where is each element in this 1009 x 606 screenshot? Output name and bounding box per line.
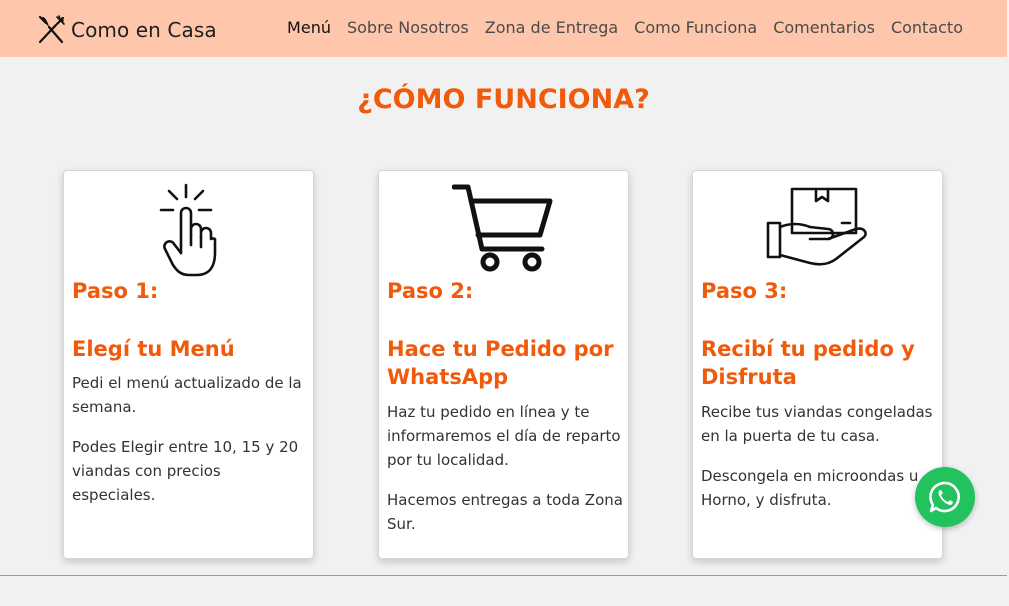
step-card-1: Paso 1: Elegí tu Menú Pedi el menú actua…: [63, 170, 314, 559]
step-paragraph: Descongela en microondas u Horno, y disf…: [701, 467, 919, 509]
icon-wrapper: [64, 183, 313, 279]
box-in-hand-icon: [766, 187, 867, 266]
step-body: Recibe tus viandas congeladas en la puer…: [701, 400, 937, 528]
navbar: Como en Casa Menú Sobre Nosotros Zona de…: [0, 0, 1007, 57]
step-body: Pedi el menú actualizado de la semana. P…: [72, 371, 308, 523]
nav-link-menu[interactable]: Menú: [287, 18, 331, 37]
brand-link[interactable]: Como en Casa: [35, 14, 217, 46]
tap-hand-icon: [159, 183, 216, 277]
step-label: Paso 1:: [72, 279, 159, 303]
icon-wrapper: [379, 183, 628, 275]
nav-link-sobre-nosotros[interactable]: Sobre Nosotros: [347, 18, 469, 37]
step-title: Recibí tu pedido y Disfruta: [701, 337, 915, 389]
section-divider: [0, 575, 1007, 576]
nav-link-como-funciona[interactable]: Como Funciona: [634, 18, 757, 37]
whatsapp-icon: [929, 481, 960, 513]
fork-knife-icon: [38, 15, 65, 44]
step-card-3: Paso 3: Recibí tu pedido y Disfruta Reci…: [692, 170, 943, 559]
step-paragraph: Recibe tus viandas congeladas en la puer…: [701, 403, 933, 445]
whatsapp-button[interactable]: [915, 467, 975, 527]
step-title: Hace tu Pedido por WhatsApp: [387, 337, 614, 389]
step-paragraph: Podes Elegir entre 10, 15 y 20 viandas c…: [72, 438, 299, 504]
nav-link-zona-de-entrega[interactable]: Zona de Entrega: [485, 18, 618, 37]
step-label: Paso 3:: [701, 279, 788, 303]
brand-name: Como en Casa: [71, 18, 217, 42]
step-paragraph: Hacemos entregas a toda Zona Sur.: [387, 491, 623, 533]
section-title: ¿CÓMO FUNCIONA?: [357, 84, 650, 115]
step-paragraph: Haz tu pedido en línea y te informaremos…: [387, 403, 621, 469]
shopping-cart-icon: [451, 184, 552, 272]
icon-wrapper: [693, 183, 942, 269]
step-card-2: Paso 2: Hace tu Pedido por WhatsApp Haz …: [378, 170, 629, 559]
step-paragraph: Pedi el menú actualizado de la semana.: [72, 374, 302, 416]
step-title: Elegí tu Menú: [72, 337, 235, 361]
step-body: Haz tu pedido en línea y te informaremos…: [387, 400, 623, 552]
nav-link-comentarios[interactable]: Comentarios: [773, 18, 875, 37]
step-label: Paso 2:: [387, 279, 474, 303]
nav-link-contacto[interactable]: Contacto: [891, 18, 963, 37]
main-nav: Menú Sobre Nosotros Zona de Entrega Como…: [287, 18, 963, 37]
